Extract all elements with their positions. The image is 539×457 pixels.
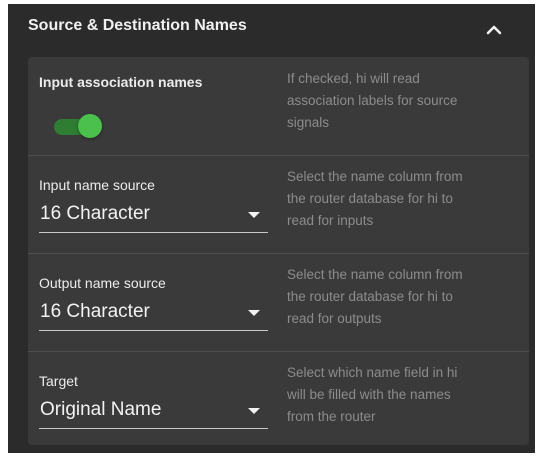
help-line: Select the name column from xyxy=(287,169,463,184)
input-association-names-row: Input association names If checked, hi w… xyxy=(28,57,529,155)
input-name-source-label: Input name source xyxy=(39,177,155,193)
settings-card: Input association names If checked, hi w… xyxy=(28,57,529,445)
dropdown-arrow-icon xyxy=(248,408,260,414)
input-name-source-help: Select the name column from the router d… xyxy=(287,166,517,232)
output-name-source-select[interactable]: 16 Character xyxy=(39,299,268,331)
help-line: will be filled with the names xyxy=(287,387,451,402)
settings-panel: Source & Destination Names Input associa… xyxy=(8,4,535,453)
output-name-source-label: Output name source xyxy=(39,275,166,291)
help-line: association labels for source xyxy=(287,93,458,108)
target-label: Target xyxy=(39,373,78,389)
select-value: 16 Character xyxy=(40,203,150,224)
panel-header[interactable]: Source & Destination Names xyxy=(8,4,535,54)
output-name-source-help: Select the name column from the router d… xyxy=(287,264,517,330)
dropdown-arrow-icon xyxy=(248,212,260,218)
help-line: read for outputs xyxy=(287,311,382,326)
help-line: signals xyxy=(287,115,330,130)
target-row: Target Original Name Select which name f… xyxy=(28,352,529,445)
help-line: Select the name column from xyxy=(287,267,463,282)
panel-title: Source & Destination Names xyxy=(28,17,247,34)
dropdown-arrow-icon xyxy=(248,310,260,316)
target-select[interactable]: Original Name xyxy=(39,397,268,429)
help-line: Select which name field in hi xyxy=(287,365,458,380)
select-value: Original Name xyxy=(40,399,162,420)
select-value: 16 Character xyxy=(40,301,150,322)
help-line: read for inputs xyxy=(287,213,374,228)
input-name-source-row: Input name source 16 Character Select th… xyxy=(28,156,529,253)
toggle-thumb xyxy=(78,114,102,138)
output-name-source-row: Output name source 16 Character Select t… xyxy=(28,254,529,351)
help-line: If checked, hi will read xyxy=(287,71,420,86)
input-association-names-help: If checked, hi will read association lab… xyxy=(287,68,517,134)
input-association-names-label: Input association names xyxy=(39,74,203,90)
input-association-names-toggle[interactable] xyxy=(54,114,102,138)
target-help: Select which name field in hi will be fi… xyxy=(287,362,517,428)
help-line: the router database for hi to xyxy=(287,191,453,206)
help-line: from the router xyxy=(287,409,376,424)
help-line: the router database for hi to xyxy=(287,289,453,304)
input-name-source-select[interactable]: 16 Character xyxy=(39,201,268,233)
chevron-up-icon[interactable] xyxy=(482,18,506,42)
